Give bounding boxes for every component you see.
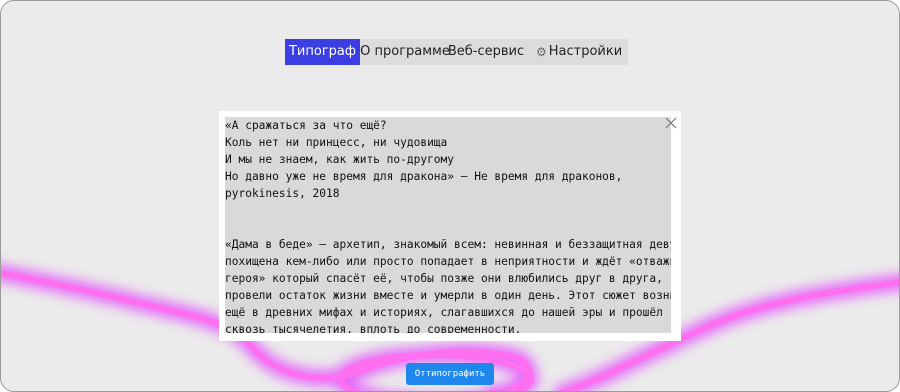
tab-about-label: О программе xyxy=(360,44,450,59)
close-icon xyxy=(665,117,677,129)
gear-icon: ⚙ xyxy=(536,45,547,59)
tab-about[interactable]: О программе xyxy=(360,39,450,65)
app-window: Типограф О программе Веб-сервис ⚙ Настро… xyxy=(0,0,900,392)
clear-button[interactable] xyxy=(664,115,678,129)
tab-settings-label: Настройки xyxy=(548,44,623,59)
tab-typograf[interactable]: Типограф xyxy=(285,39,360,65)
main-nav: Типограф О программе Веб-сервис ⚙ Настро… xyxy=(285,39,628,65)
typograph-button[interactable]: Оттипографить xyxy=(406,363,494,385)
tab-typograf-label: Типограф xyxy=(288,44,356,59)
text-input-area[interactable]: «А сражаться за что ещё? Коль нет ни при… xyxy=(225,117,671,333)
tab-web-service-label: Веб-сервис xyxy=(447,44,525,59)
tab-web-service[interactable]: Веб-сервис xyxy=(447,39,525,65)
editor-panel: «А сражаться за что ещё? Коль нет ни при… xyxy=(219,111,681,341)
tab-settings[interactable]: ⚙ Настройки xyxy=(522,39,628,65)
